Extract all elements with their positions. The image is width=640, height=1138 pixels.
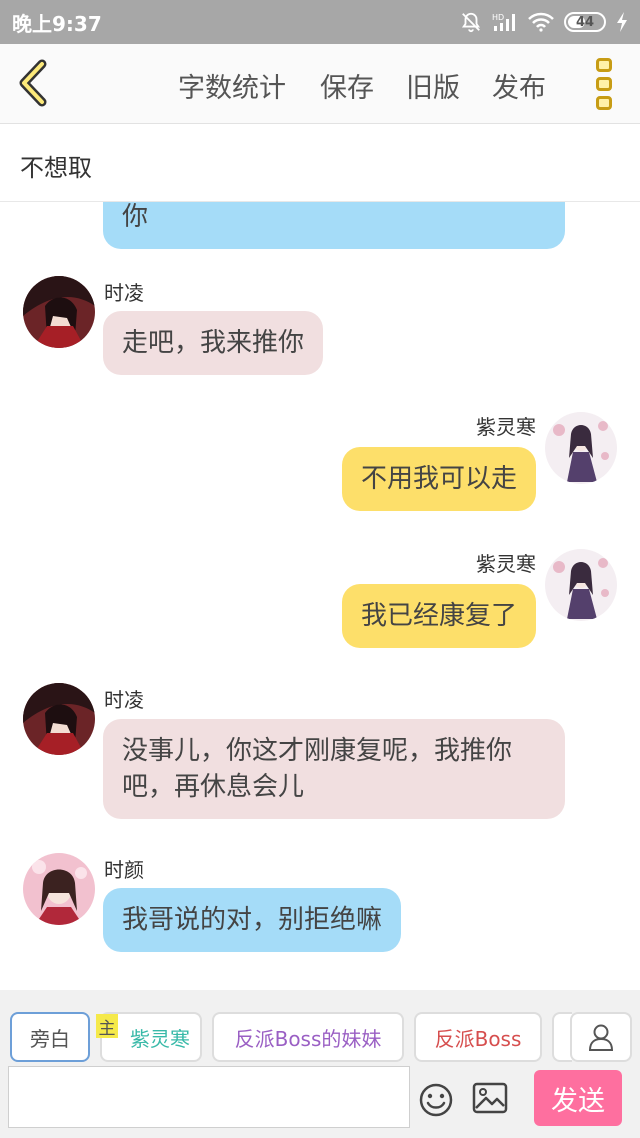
back-icon[interactable]: [14, 58, 58, 108]
role-chip-overflow[interactable]: [552, 1012, 572, 1062]
avatar[interactable]: [545, 412, 617, 484]
message-text: 不用我可以走: [360, 464, 517, 494]
avatar[interactable]: [23, 853, 95, 925]
speaker-name: 时凌: [104, 281, 144, 305]
battery-icon: 44: [564, 12, 606, 32]
message-bubble[interactable]: 没事儿，你这才刚康复呢，我推你吧，再休息会儿: [103, 719, 565, 819]
old-version-button[interactable]: 旧版: [406, 66, 460, 105]
role-label: 紫灵寒: [130, 1026, 190, 1051]
role-villain-boss[interactable]: 反派Boss: [414, 1012, 542, 1062]
battery-level: 44: [575, 14, 595, 30]
message-bubble[interactable]: 走吧，我来推你: [103, 311, 324, 375]
message-input[interactable]: [8, 1066, 410, 1128]
master-badge: 主: [96, 1014, 118, 1039]
speaker-name: 时颜: [104, 858, 144, 882]
speaker-name: 紫灵寒: [476, 415, 536, 439]
avatar[interactable]: [545, 549, 617, 621]
status-bar: 晚上9:37 HD 44: [0, 0, 640, 44]
publish-button[interactable]: 发布: [492, 66, 546, 105]
word-count-button[interactable]: 字数统计: [178, 66, 286, 105]
message-text: 走吧，我来推你: [122, 328, 305, 358]
save-button[interactable]: 保存: [320, 66, 374, 105]
message-bubble[interactable]: 不用我可以走: [341, 447, 536, 511]
send-button[interactable]: 发送: [534, 1070, 622, 1126]
message-text: 我已经康复了: [360, 601, 517, 631]
avatar[interactable]: [23, 683, 95, 755]
svg-text:HD: HD: [492, 13, 504, 22]
chat-area[interactable]: 你 时凌 走吧，我来推你 紫灵寒 不用我可以走 紫灵寒 我已经康复了 时凌 没事…: [0, 202, 640, 990]
avatar[interactable]: [23, 276, 95, 348]
menu-icon[interactable]: [592, 58, 616, 110]
message-bubble[interactable]: 我已经康复了: [341, 584, 536, 648]
signal-icon: HD: [492, 13, 515, 31]
message-text: 没事儿，你这才刚康复呢，我推你吧，再休息会儿: [122, 736, 513, 802]
person-icon[interactable]: [570, 1012, 632, 1062]
editor-toolbar: 字数统计 保存 旧版 发布: [0, 44, 640, 124]
message-text: 你: [122, 202, 149, 232]
role-villain-sister[interactable]: 反派Boss的妹妹: [212, 1012, 404, 1062]
message-bubble[interactable]: 你: [103, 202, 565, 249]
status-time: 晚上9:37: [12, 11, 102, 36]
wifi-icon: [528, 12, 554, 32]
message-bubble[interactable]: 我哥说的对，别拒绝嘛: [103, 888, 402, 952]
story-title[interactable]: 不想取: [20, 148, 92, 183]
role-narrator[interactable]: 旁白: [10, 1012, 90, 1062]
speaker-name: 紫灵寒: [476, 552, 536, 576]
bell-off-icon: [461, 12, 481, 33]
speaker-name: 时凌: [104, 688, 144, 712]
status-icons: HD 44: [460, 11, 628, 33]
image-icon[interactable]: [472, 1082, 508, 1114]
composer-bar: 旁白 紫灵寒 主 反派Boss的妹妹 反派Boss 发送: [0, 990, 640, 1138]
emoji-icon[interactable]: [418, 1082, 454, 1118]
title-bar[interactable]: 不想取: [0, 124, 640, 202]
message-text: 我哥说的对，别拒绝嘛: [122, 905, 383, 935]
charge-icon: [617, 12, 627, 32]
